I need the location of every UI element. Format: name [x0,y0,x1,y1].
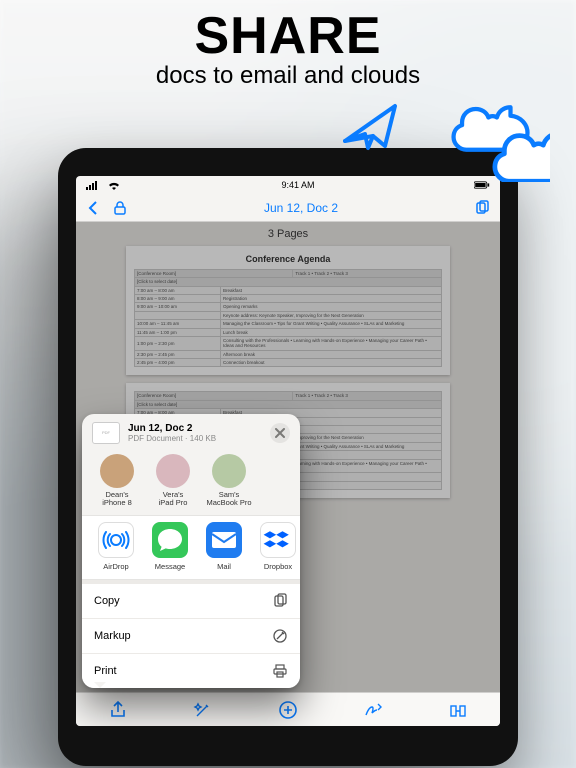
share-app-mail[interactable]: Mail [200,522,248,571]
action-label: Copy [94,595,120,607]
share-title: Jun 12, Doc 2 [128,423,262,434]
wifi-icon [106,177,122,193]
action-label: Markup [94,630,131,642]
airdrop-person[interactable]: Dean'siPhone 8 [92,454,142,508]
action-label: Print [94,665,117,677]
share-thumbnail: PDF [92,422,120,444]
promo-subline: docs to email and clouds [0,62,576,90]
app-label: Dropbox [254,562,302,571]
airdrop-person[interactable]: Vera'siPad Pro [148,454,198,508]
action-print[interactable]: Print [82,653,300,688]
action-markup[interactable]: Markup [82,618,300,653]
close-icon[interactable] [270,423,290,443]
status-time: 9:41 AM [281,180,314,190]
mail-icon [206,522,242,558]
promo-header: SHARE docs to email and clouds [0,0,576,90]
share-subtitle: PDF Document · 140 KB [128,434,262,443]
share-apps-row: AirDrop Message Mail Dropbox [82,515,300,580]
person-label: Dean'siPhone 8 [92,491,142,508]
avatar [156,454,190,488]
sign-icon[interactable] [363,700,383,720]
markup-icon [272,628,288,644]
share-app-dropbox[interactable]: Dropbox [254,522,302,571]
ipad-screen: 9:41 AM Jun 12, Doc 2 3 Pages Conference… [76,176,500,726]
airdrop-people-row: Dean'siPhone 8 Vera'siPad Pro Sam'sMacBook… [82,450,300,516]
airdrop-icon [98,522,134,558]
print-icon [272,663,288,679]
share-sheet: PDF Jun 12, Doc 2 PDF Document · 140 KB … [82,414,300,689]
promo-headline: SHARE [0,6,576,66]
clouds-decoration [340,92,550,187]
back-icon[interactable] [86,200,102,216]
duplicate-icon[interactable] [474,200,490,216]
signal-icon [86,177,102,193]
share-app-airdrop[interactable]: AirDrop [92,522,140,571]
app-label: Message [146,562,194,571]
avatar [100,454,134,488]
ipad-frame: 9:41 AM Jun 12, Doc 2 3 Pages Conference… [58,148,518,766]
nav-bar: Jun 12, Doc 2 [76,194,500,222]
add-icon[interactable] [278,700,298,720]
share-sheet-header: PDF Jun 12, Doc 2 PDF Document · 140 KB [82,414,300,450]
person-label: Sam'sMacBook Pro [204,491,254,508]
share-actions: Copy Markup Print [82,580,300,688]
dropbox-icon [260,522,296,558]
avatar [212,454,246,488]
message-icon [152,522,188,558]
app-label: Mail [200,562,248,571]
lock-icon[interactable] [112,200,128,216]
person-label: Vera'siPad Pro [148,491,198,508]
share-icon[interactable] [108,700,128,720]
action-copy[interactable]: Copy [82,580,300,618]
magic-icon[interactable] [193,700,213,720]
bottom-toolbar [76,692,500,726]
app-label: AirDrop [92,562,140,571]
airdrop-person[interactable]: Sam'sMacBook Pro [204,454,254,508]
copy-icon [272,593,288,609]
crop-icon[interactable] [448,700,468,720]
share-app-message[interactable]: Message [146,522,194,571]
nav-title: Jun 12, Doc 2 [264,201,338,215]
